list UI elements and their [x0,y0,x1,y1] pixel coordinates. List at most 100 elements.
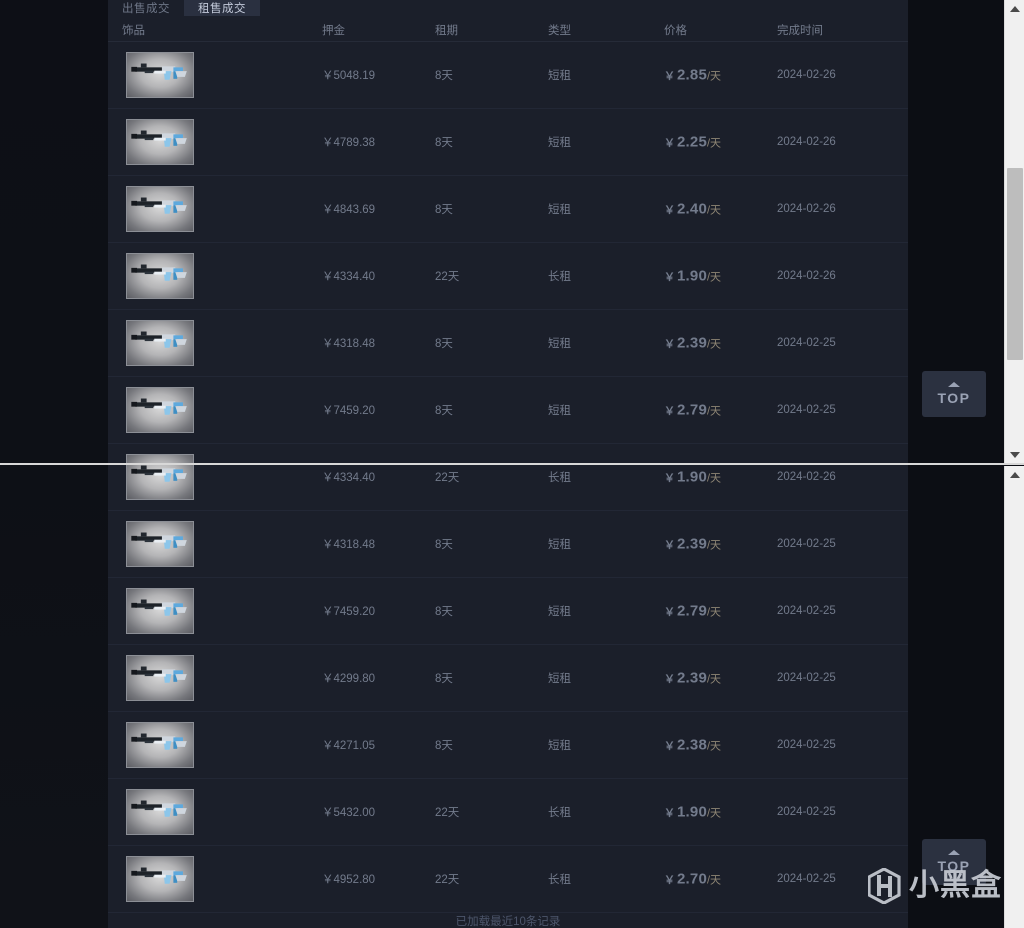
item-thumbnail[interactable] [126,722,194,768]
weapon-skin-image [131,599,187,616]
cell-deposit: ￥4334.40 [322,472,376,484]
item-thumbnail[interactable] [126,186,194,232]
cell-time: 2024-02-26 [777,69,836,81]
price-unit: /天 [707,673,722,686]
scroll-up-arrow-icon-2[interactable] [1009,472,1020,478]
cell-term: 8天 [435,204,453,216]
price-currency-symbol: ￥ [664,807,675,820]
scroll-up-arrow-icon[interactable] [1009,6,1020,12]
table-row[interactable]: ￥4334.40 22天 长租 ￥ 1.90/天 2024-02-26 [108,243,908,310]
table-row[interactable]: ￥4789.38 8天 短租 ￥ 2.25/天 2024-02-26 [108,109,908,176]
column-header-type: 类型 [548,25,571,37]
price-amount: 2.39 [677,334,707,352]
item-thumbnail[interactable] [126,789,194,835]
cell-type: 短租 [548,606,571,618]
price-amount: 1.90 [677,267,707,285]
cell-time: 2024-02-25 [777,739,836,751]
price-unit: /天 [707,606,722,619]
cell-price: ￥ 1.90/天 [664,268,721,285]
table-row[interactable]: ￥4271.05 8天 短租 ￥ 2.38/天 2024-02-25 [108,712,908,779]
cell-type: 长租 [548,807,571,819]
cell-price: ￥ 1.90/天 [664,469,721,486]
item-thumbnail[interactable] [126,655,194,701]
cell-time: 2024-02-25 [777,337,836,349]
cell-deposit: ￥7459.20 [322,606,376,618]
table-row[interactable]: ￥4299.80 8天 短租 ￥ 2.39/天 2024-02-25 [108,645,908,712]
cell-time: 2024-02-25 [777,605,836,617]
cell-type: 短租 [548,204,571,216]
table-row[interactable]: ￥7459.20 8天 短租 ￥ 2.79/天 2024-02-25 [108,377,908,444]
cell-deposit: ￥4334.40 [322,271,376,283]
price-unit: /天 [707,204,722,217]
item-thumbnail[interactable] [126,387,194,433]
scrollbar-top-segment[interactable] [1004,0,1024,464]
price-unit: /天 [707,338,722,351]
cell-time: 2024-02-26 [777,136,836,148]
table-row[interactable]: ￥5048.19 8天 短租 ￥ 2.85/天 2024-02-26 [108,42,908,109]
cell-term: 8天 [435,673,453,685]
back-to-top-button[interactable]: TOP [922,371,986,417]
item-thumbnail[interactable] [126,119,194,165]
cell-term: 22天 [435,874,460,886]
price-unit: /天 [707,539,722,552]
cell-price: ￥ 2.79/天 [664,603,721,620]
column-header-price: 价格 [664,25,687,37]
item-thumbnail[interactable] [126,454,194,500]
column-header-item: 饰品 [122,25,145,37]
price-unit: /天 [707,271,722,284]
cell-deposit: ￥5048.19 [322,70,376,82]
price-amount: 2.39 [677,669,707,687]
price-amount: 2.25 [677,133,707,151]
price-amount: 2.40 [677,200,707,218]
item-thumbnail[interactable] [126,52,194,98]
item-thumbnail[interactable] [126,588,194,634]
cell-time: 2024-02-26 [777,203,836,215]
cell-deposit: ￥5432.00 [322,807,376,819]
cell-term: 8天 [435,405,453,417]
price-amount: 1.90 [677,468,707,486]
cell-term: 8天 [435,137,453,149]
tab-rental-deals[interactable]: 租售成交 [184,0,260,16]
cell-type: 短租 [548,137,571,149]
item-thumbnail[interactable] [126,320,194,366]
table-row[interactable]: ￥4318.48 8天 短租 ￥ 2.39/天 2024-02-25 [108,511,908,578]
cell-time: 2024-02-26 [777,471,836,483]
table-row[interactable]: ￥4334.40 22天 长租 ￥ 1.90/天 2024-02-26 [108,444,908,511]
weapon-skin-image [131,465,187,482]
price-unit: /天 [707,874,722,887]
weapon-skin-image [131,800,187,817]
page-root: 出售成交 租售成交 饰品 押金 租期 类型 价格 完成时间 ￥5048.19 8天… [0,0,1024,928]
cell-time: 2024-02-25 [777,873,836,885]
table-row[interactable]: ￥7459.20 8天 短租 ￥ 2.79/天 2024-02-25 [108,578,908,645]
cell-price: ￥ 2.25/天 [664,134,721,151]
table-row[interactable]: ￥4318.48 8天 短租 ￥ 2.39/天 2024-02-25 [108,310,908,377]
screenshot-stitch-seam [0,463,1024,465]
cell-term: 8天 [435,338,453,350]
scrollbar-thumb[interactable] [1007,168,1023,360]
tab-sale-deals[interactable]: 出售成交 [108,0,184,16]
price-amount: 2.70 [677,870,707,888]
table-row[interactable]: ￥5432.00 22天 长租 ￥ 1.90/天 2024-02-25 [108,779,908,846]
table-row[interactable]: ￥4952.80 22天 长租 ￥ 2.70/天 2024-02-25 [108,846,908,913]
price-amount: 2.79 [677,401,707,419]
cell-type: 长租 [548,271,571,283]
cell-deposit: ￥4318.48 [322,338,376,350]
scrollbar-bottom-segment[interactable] [1004,466,1024,928]
price-currency-symbol: ￥ [664,338,675,351]
cell-term: 8天 [435,740,453,752]
arrow-up-icon-2 [948,850,960,855]
weapon-skin-image [131,264,187,281]
cell-deposit: ￥4952.80 [322,874,376,886]
item-thumbnail[interactable] [126,856,194,902]
cell-deposit: ￥4843.69 [322,204,376,216]
cell-term: 8天 [435,539,453,551]
item-thumbnail[interactable] [126,253,194,299]
table-row[interactable]: ￥4843.69 8天 短租 ￥ 2.40/天 2024-02-26 [108,176,908,243]
weapon-skin-image [131,733,187,750]
cell-deposit: ￥4789.38 [322,137,376,149]
item-thumbnail[interactable] [126,521,194,567]
cell-deposit: ￥4271.05 [322,740,376,752]
scroll-down-arrow-icon[interactable] [1009,452,1020,458]
price-unit: /天 [707,807,722,820]
cell-type: 短租 [548,539,571,551]
